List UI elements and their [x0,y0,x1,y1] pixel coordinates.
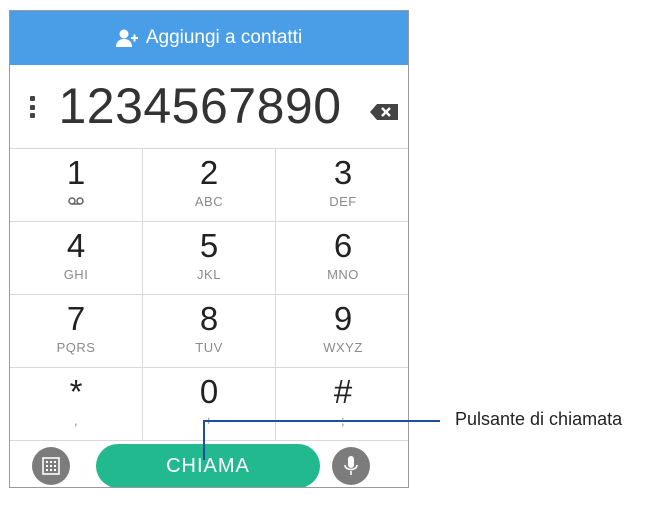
key-letters: ABC [194,194,224,209]
key-digit: 7 [66,300,86,337]
key-7[interactable]: 7 PQRS [10,295,143,368]
dialpad-toggle-button[interactable] [32,447,70,485]
key-letters: TUV [195,340,223,355]
key-letters: , [73,413,79,428]
call-button[interactable]: CHIAMA [96,444,320,487]
key-2[interactable]: 2 ABC [143,149,276,222]
key-4[interactable]: 4 GHI [10,222,143,295]
add-contact-icon [115,29,138,47]
key-digit: 9 [333,300,353,337]
key-letters: MNO [327,267,359,282]
key-digit: # [333,373,353,410]
add-to-contacts-bar[interactable]: Aggiungi a contatti [10,11,408,65]
keypad: 1 2 ABC 3 DEF 4 GHI 5 JKL 6 MNO 7 PQRS 8… [10,149,408,441]
dialed-number: 1234567890 [58,78,342,134]
overflow-menu-icon[interactable] [30,96,36,118]
voicemail-icon [68,197,84,205]
number-display: 1234567890 [10,65,408,149]
key-digit: 8 [199,300,219,337]
key-9[interactable]: 9 WXYZ [276,295,408,368]
key-0[interactable]: 0 + [143,368,276,441]
key-hash[interactable]: # ; [276,368,408,441]
call-bar: CHIAMA [10,441,408,487]
key-digit: 3 [333,154,353,191]
callout-pointer [203,420,205,460]
key-letters: GHI [63,267,89,282]
key-digit: 2 [199,154,219,191]
callout-line [203,420,440,422]
key-digit: 6 [333,227,353,264]
key-letters: DEF [329,194,357,209]
key-digit: 1 [66,154,86,191]
dialpad-icon [42,457,60,475]
key-6[interactable]: 6 MNO [276,222,408,295]
key-letters: JKL [197,267,221,282]
backspace-icon[interactable] [370,104,398,120]
key-3[interactable]: 3 DEF [276,149,408,222]
microphone-icon [344,456,358,475]
key-5[interactable]: 5 JKL [143,222,276,295]
key-digit: 5 [199,227,219,264]
key-8[interactable]: 8 TUV [143,295,276,368]
key-digit: * [69,373,83,410]
callout-label: Pulsante di chiamata [455,409,623,429]
key-star[interactable]: * , [10,368,143,441]
key-digit: 0 [199,373,219,410]
key-digit: 4 [66,227,86,264]
voice-input-button[interactable] [332,447,370,485]
key-1[interactable]: 1 [10,149,143,222]
key-letters: WXYZ [323,340,363,355]
add-to-contacts-label: Aggiungi a contatti [145,27,303,48]
dialer-screen: Aggiungi a contatti 1234567890 1 2 ABC 3… [9,10,409,488]
key-letters: PQRS [56,340,96,355]
